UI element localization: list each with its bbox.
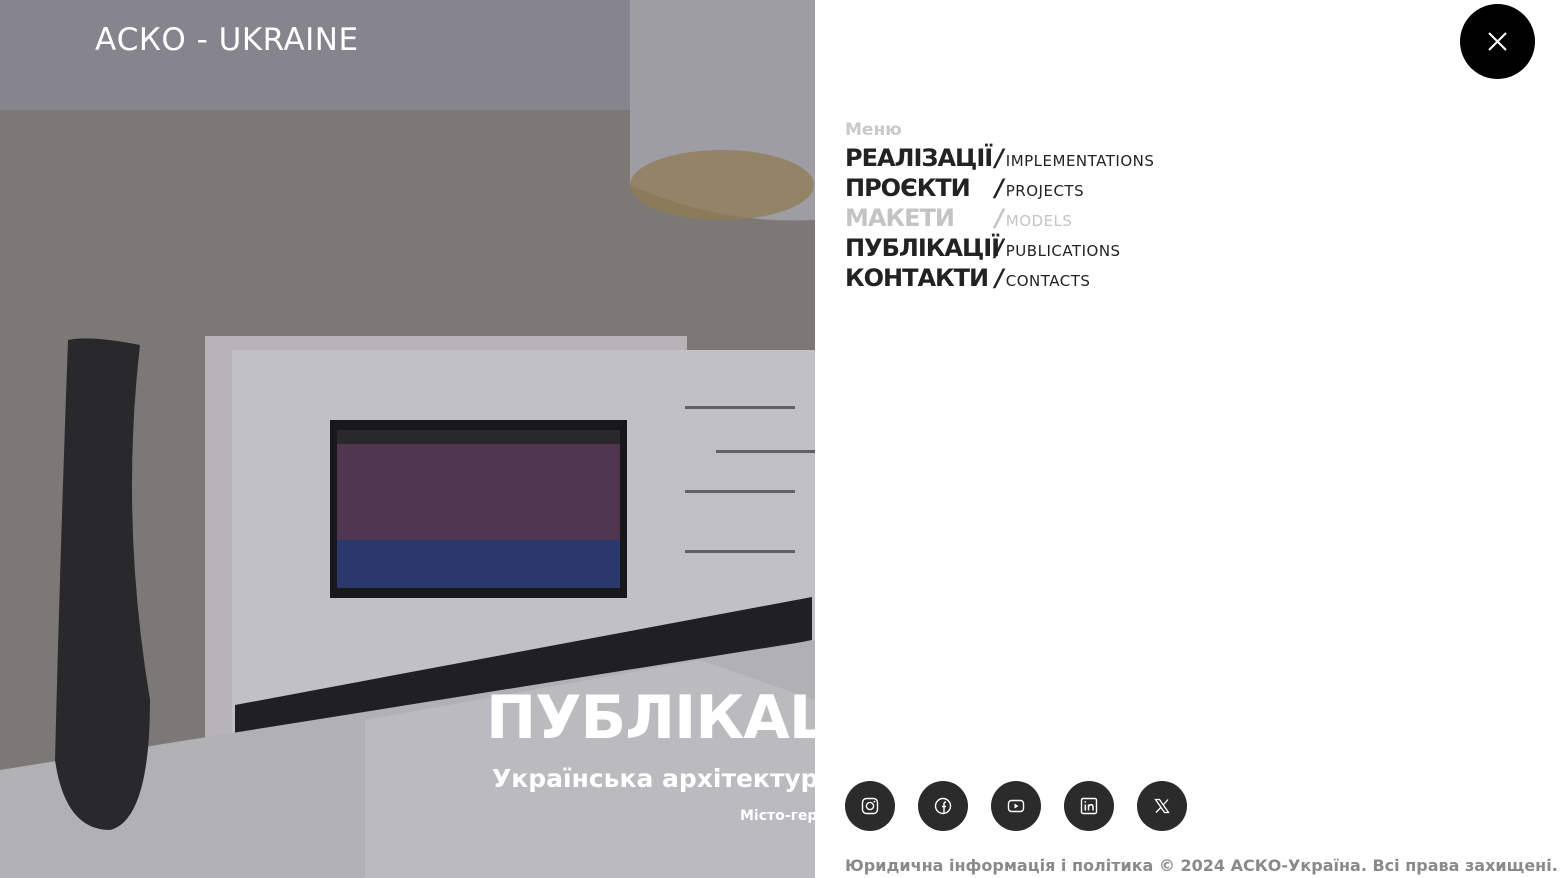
facebook-icon — [934, 797, 952, 815]
footer-legal[interactable]: Юридична інформація і політика © 2024 АС… — [845, 856, 1558, 875]
menu-item-slash: / — [995, 204, 1004, 232]
menu-item-label-ua: РЕАЛІЗАЦІЇ — [845, 144, 993, 172]
menu-item-label-en: CONTACTS — [1005, 272, 1091, 290]
menu-item-label-en: MODELS — [1005, 212, 1073, 230]
brand-logo[interactable]: АСКО - UKRAINE — [95, 22, 359, 58]
menu-panel: Меню РЕАЛІЗАЦІЇ / IMPLEMENTATIONS ПРОЄКТ… — [815, 0, 1567, 878]
menu-item-label-en: PUBLICATIONS — [1005, 242, 1121, 260]
instagram-button[interactable] — [845, 781, 895, 831]
main-menu: РЕАЛІЗАЦІЇ / IMPLEMENTATIONS ПРОЄКТИ / P… — [845, 144, 1154, 294]
menu-item-slash: / — [995, 144, 1004, 172]
hero-subtitle: Українська архітектурна — [492, 764, 815, 793]
menu-item-contacts[interactable]: КОНТАКТИ / CONTACTS — [845, 264, 1154, 294]
menu-item-slash: / — [995, 264, 1004, 292]
facebook-button[interactable] — [918, 781, 968, 831]
menu-item-label-ua: ПУБЛІКАЦІЇ — [845, 234, 1000, 262]
hero-caption: Місто-герой — [740, 808, 815, 824]
menu-heading: Меню — [845, 120, 902, 140]
close-button[interactable] — [1460, 4, 1535, 79]
hero-title: ПУБЛІКАЦІЇ — [486, 683, 815, 753]
menu-item-slash: / — [995, 234, 1004, 262]
menu-item-implementations[interactable]: РЕАЛІЗАЦІЇ / IMPLEMENTATIONS — [845, 144, 1154, 174]
menu-item-projects[interactable]: ПРОЄКТИ / PROJECTS — [845, 174, 1154, 204]
youtube-button[interactable] — [991, 781, 1041, 831]
menu-item-models[interactable]: МАКЕТИ / MODELS — [845, 204, 1154, 234]
menu-item-label-en: PROJECTS — [1005, 182, 1085, 200]
close-icon — [1488, 32, 1507, 51]
menu-item-publications[interactable]: ПУБЛІКАЦІЇ / PUBLICATIONS — [845, 234, 1154, 264]
menu-item-label-ua: ПРОЄКТИ — [845, 174, 971, 202]
x-twitter-icon — [1154, 798, 1170, 814]
youtube-icon — [1007, 799, 1025, 813]
hero-background: АСКО - UKRAINE ПУБЛІКАЦІЇ Українська арх… — [0, 0, 815, 878]
social-links — [845, 781, 1187, 831]
menu-item-label-ua: МАКЕТИ — [845, 204, 955, 232]
linkedin-icon — [1080, 797, 1098, 815]
x-twitter-button[interactable] — [1137, 781, 1187, 831]
linkedin-button[interactable] — [1064, 781, 1114, 831]
menu-item-label-ua: КОНТАКТИ — [845, 264, 989, 292]
menu-item-slash: / — [995, 174, 1004, 202]
instagram-icon — [861, 797, 879, 815]
menu-item-label-en: IMPLEMENTATIONS — [1005, 152, 1155, 170]
